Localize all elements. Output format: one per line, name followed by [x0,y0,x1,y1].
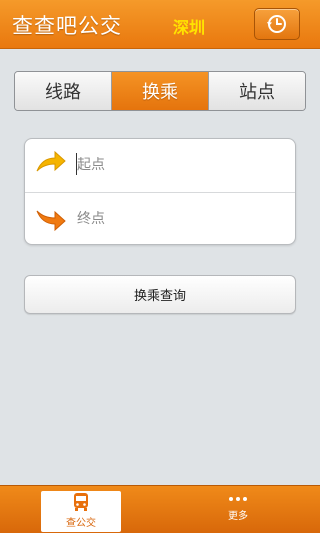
bottom-nav: 查公交 更多 [0,485,320,533]
app-title: 查查吧公交 [12,14,122,38]
transfer-query-button[interactable]: 换乘查询 [24,275,296,314]
history-clock-icon [267,15,286,33]
nav-bus-label: 查公交 [66,518,96,529]
nav-bus-query[interactable]: 查公交 [41,491,121,532]
end-row [25,192,295,245]
city-selector[interactable]: 深圳 [173,14,205,38]
bus-icon [74,493,88,511]
route-input-card [24,138,296,245]
tab-transfer[interactable]: 换乘 [112,72,209,110]
tab-stations[interactable]: 站点 [209,72,305,110]
end-point-input[interactable] [77,206,287,232]
start-point-input[interactable] [77,152,287,178]
start-arrow-icon [36,150,66,172]
tab-lines[interactable]: 线路 [15,72,112,110]
start-row [25,139,295,192]
history-button[interactable] [254,8,300,40]
more-dots-icon [229,497,247,501]
nav-more[interactable]: 更多 [210,494,266,530]
end-arrow-icon [36,210,66,232]
nav-more-label: 更多 [228,511,248,522]
mode-tabs: 线路 换乘 站点 [14,71,306,111]
app-header: 查查吧公交 深圳 [0,0,320,49]
